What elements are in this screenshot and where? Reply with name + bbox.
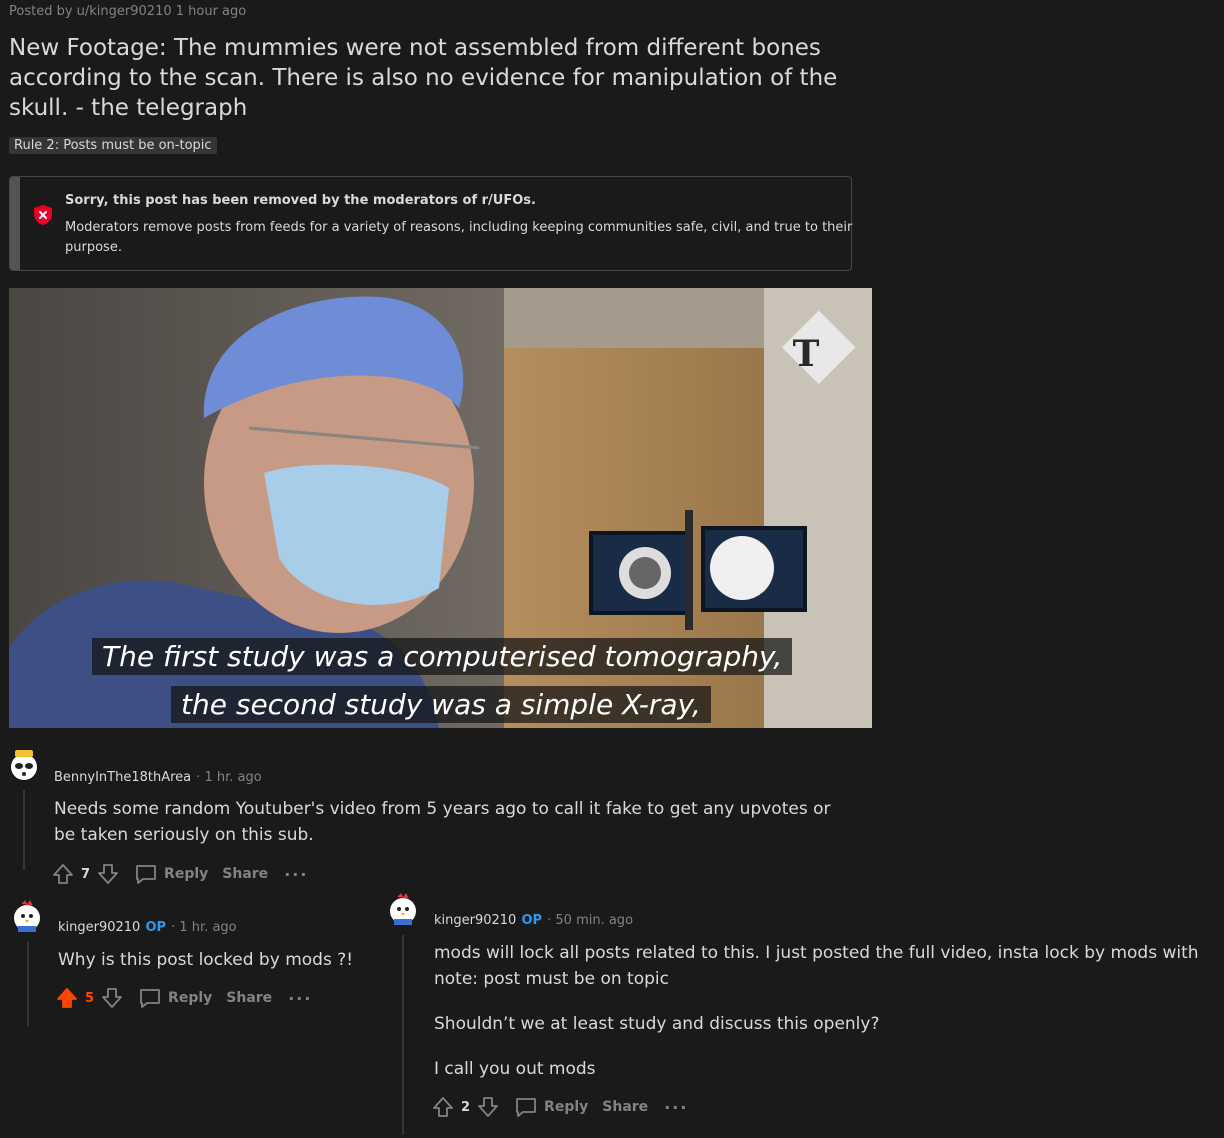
- reply-button[interactable]: Reply: [134, 863, 208, 885]
- share-button[interactable]: Share: [222, 866, 268, 882]
- vote-count: 5: [85, 990, 95, 1006]
- post-video[interactable]: T The first study was a computerised tom…: [9, 288, 872, 728]
- reply-label: Reply: [168, 990, 213, 1006]
- comment-paragraph: I call you out mods: [434, 1059, 596, 1079]
- post-flair[interactable]: Rule 2: Posts must be on-topic: [9, 137, 217, 154]
- more-options-icon[interactable]: ···: [284, 865, 308, 884]
- more-options-icon[interactable]: ···: [288, 989, 312, 1008]
- vote-count: 7: [81, 866, 91, 882]
- comment-header: kinger90210 OP · 50 min. ago: [434, 913, 634, 928]
- share-label: Share: [602, 1099, 649, 1115]
- chicken-avatar-icon: [390, 893, 416, 925]
- upvote-button[interactable]: [51, 862, 75, 886]
- share-button[interactable]: Share: [226, 990, 272, 1006]
- comment-text: Why is this post locked by mods ?!: [58, 950, 354, 970]
- thread-line[interactable]: [27, 942, 29, 1026]
- share-label: Share: [226, 990, 273, 1006]
- comment-username[interactable]: kinger90210: [58, 920, 140, 935]
- op-badge: OP: [521, 913, 543, 928]
- comment-text: Needs some random Youtuber's video from …: [54, 799, 831, 845]
- comment-avatar[interactable]: [7, 748, 41, 786]
- downvote-arrow-icon: [98, 864, 118, 884]
- thread-line[interactable]: [23, 790, 25, 870]
- share-button[interactable]: Share: [602, 1099, 648, 1115]
- comment-header: kinger90210 OP · 1 hr. ago: [58, 920, 237, 935]
- comment-time[interactable]: 1 hr. ago: [205, 770, 262, 785]
- downvote-arrow-icon: [102, 988, 122, 1008]
- panda-avatar-icon: [11, 750, 37, 780]
- comment-time[interactable]: 1 hr. ago: [179, 920, 236, 935]
- upvote-button[interactable]: [55, 986, 79, 1010]
- reply-label: Reply: [544, 1099, 589, 1115]
- downvote-arrow-icon: [478, 1097, 498, 1117]
- svg-text:T: T: [793, 333, 820, 375]
- comment-actions: 7 Reply Share ···: [51, 862, 308, 886]
- downvote-button[interactable]: [100, 986, 124, 1010]
- op-badge: OP: [145, 920, 167, 935]
- comment-header: BennyInThe18thArea · 1 hr. ago: [54, 770, 262, 785]
- removed-body: Moderators remove posts from feeds for a…: [65, 220, 853, 255]
- downvote-button[interactable]: [476, 1095, 500, 1119]
- share-label: Share: [222, 866, 269, 882]
- thread-line[interactable]: [402, 935, 404, 1135]
- reply-label: Reply: [164, 866, 209, 882]
- comment-time[interactable]: 50 min. ago: [555, 913, 633, 928]
- video-subtitle-line-2: the second study was a simple X-ray,: [171, 686, 711, 723]
- comment-bubble-icon: [516, 1098, 536, 1117]
- notice-accent-bar: [10, 177, 20, 270]
- comment-bubble-icon: [140, 989, 160, 1008]
- comment-actions: 2 Reply Share ···: [431, 1095, 688, 1119]
- upvote-arrow-icon: [53, 864, 73, 884]
- removed-heading: Sorry, this post has been removed by the…: [65, 193, 536, 208]
- comment-username[interactable]: kinger90210: [434, 913, 516, 928]
- chicken-avatar-icon: [14, 900, 40, 932]
- downvote-button[interactable]: [96, 862, 120, 886]
- upvote-button[interactable]: [431, 1095, 455, 1119]
- comment-paragraph: mods will lock all posts related to this…: [434, 943, 1199, 989]
- upvote-arrow-filled-icon: [57, 988, 77, 1008]
- comment-username[interactable]: BennyInThe18thArea: [54, 770, 191, 785]
- comment-avatar[interactable]: [386, 893, 420, 931]
- removed-notice: Sorry, this post has been removed by the…: [9, 176, 852, 271]
- upvote-arrow-icon: [433, 1097, 453, 1117]
- comment-actions: 5 Reply Share ···: [55, 986, 312, 1010]
- comment-avatar[interactable]: [10, 900, 44, 938]
- vote-count: 2: [461, 1099, 471, 1115]
- reply-button[interactable]: Reply: [138, 987, 212, 1009]
- removed-shield-icon: [34, 205, 52, 225]
- reply-button[interactable]: Reply: [514, 1096, 588, 1118]
- comment-paragraph: Shouldn’t we at least study and discuss …: [434, 1014, 880, 1034]
- more-options-icon[interactable]: ···: [664, 1098, 688, 1117]
- post-title[interactable]: New Footage: The mummies were not assemb…: [9, 33, 839, 123]
- post-meta: Posted by u/kinger90210 1 hour ago: [9, 4, 247, 19]
- video-subtitle-line-1: The first study was a computerised tomog…: [92, 638, 793, 675]
- comment-bubble-icon: [136, 865, 156, 884]
